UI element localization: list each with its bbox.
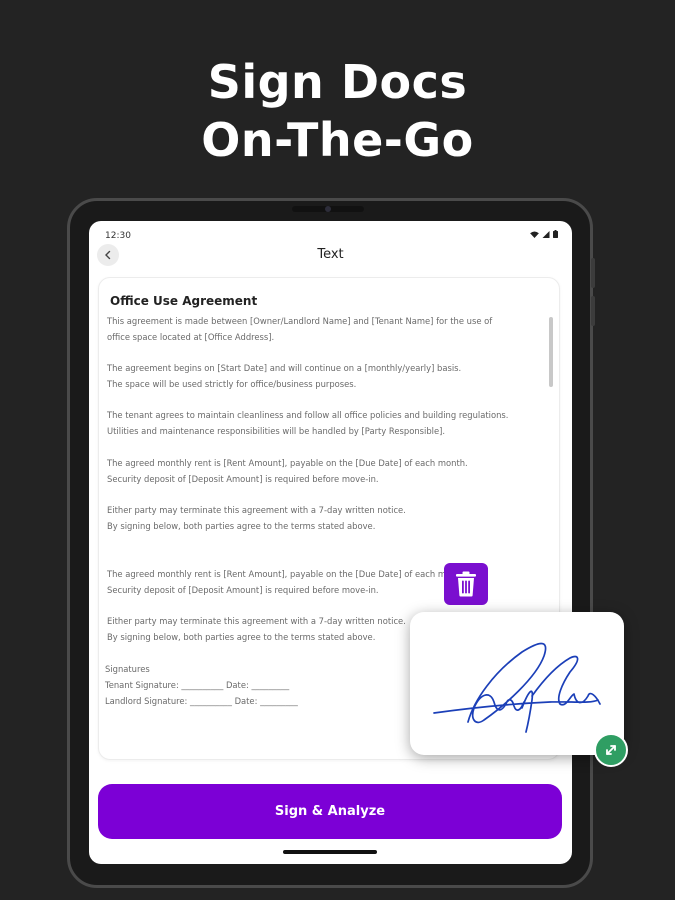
home-indicator bbox=[283, 850, 377, 854]
document-line: The tenant agrees to maintain cleanlines… bbox=[107, 410, 509, 420]
document-scrollbar[interactable] bbox=[549, 317, 553, 387]
headline-line-2: On-The-Go bbox=[201, 113, 474, 167]
signature-image bbox=[433, 642, 601, 733]
page-title: Text bbox=[317, 247, 344, 262]
tenant-signature-line: Tenant Signature: __________ Date: _____… bbox=[105, 680, 290, 690]
document-line: The agreement begins on [Start Date] and… bbox=[107, 363, 462, 373]
resize-signature-button[interactable] bbox=[594, 733, 628, 767]
delete-signature-button[interactable] bbox=[444, 563, 488, 605]
document-line: By signing below, both parties agree to … bbox=[107, 521, 376, 531]
status-icons bbox=[530, 230, 558, 238]
signal-icon bbox=[542, 230, 550, 238]
document-line: The agreed monthly rent is [Rent Amount]… bbox=[107, 458, 468, 468]
volume-down-button bbox=[591, 296, 595, 326]
signature-card[interactable] bbox=[410, 612, 624, 755]
battery-icon bbox=[553, 230, 558, 238]
signatures-heading: Signatures bbox=[105, 664, 150, 674]
document-line: office space located at [Office Address]… bbox=[107, 332, 275, 342]
resize-diagonal-icon bbox=[606, 745, 616, 755]
sign-analyze-button[interactable]: Sign & Analyze bbox=[98, 784, 562, 839]
status-time: 12:30 bbox=[105, 231, 131, 241]
app-screen: 12:30 Text Office Use Agreement This agr… bbox=[89, 221, 572, 864]
document-line: Either party may terminate this agreemen… bbox=[107, 505, 406, 515]
trash-icon bbox=[456, 571, 476, 597]
document-line: The space will be used strictly for offi… bbox=[107, 379, 357, 389]
landlord-signature-line: Landlord Signature: __________ Date: ___… bbox=[105, 696, 298, 706]
document-line: Utilities and maintenance responsibiliti… bbox=[107, 426, 446, 436]
tablet-camera bbox=[325, 206, 331, 212]
document-line: Security deposit of [Deposit Amount] is … bbox=[107, 585, 379, 595]
document-line: Either party may terminate this agreemen… bbox=[107, 616, 406, 626]
document-line: This agreement is made between [Owner/La… bbox=[107, 316, 493, 326]
document-line: By signing below, both parties agree to … bbox=[107, 632, 376, 642]
document-title: Office Use Agreement bbox=[110, 294, 258, 308]
volume-up-button bbox=[591, 258, 595, 288]
document-line: The agreed monthly rent is [Rent Amount]… bbox=[107, 569, 468, 579]
wifi-icon bbox=[530, 230, 539, 238]
headline-line-1: Sign Docs bbox=[207, 55, 468, 109]
document-line: Security deposit of [Deposit Amount] is … bbox=[107, 474, 379, 484]
